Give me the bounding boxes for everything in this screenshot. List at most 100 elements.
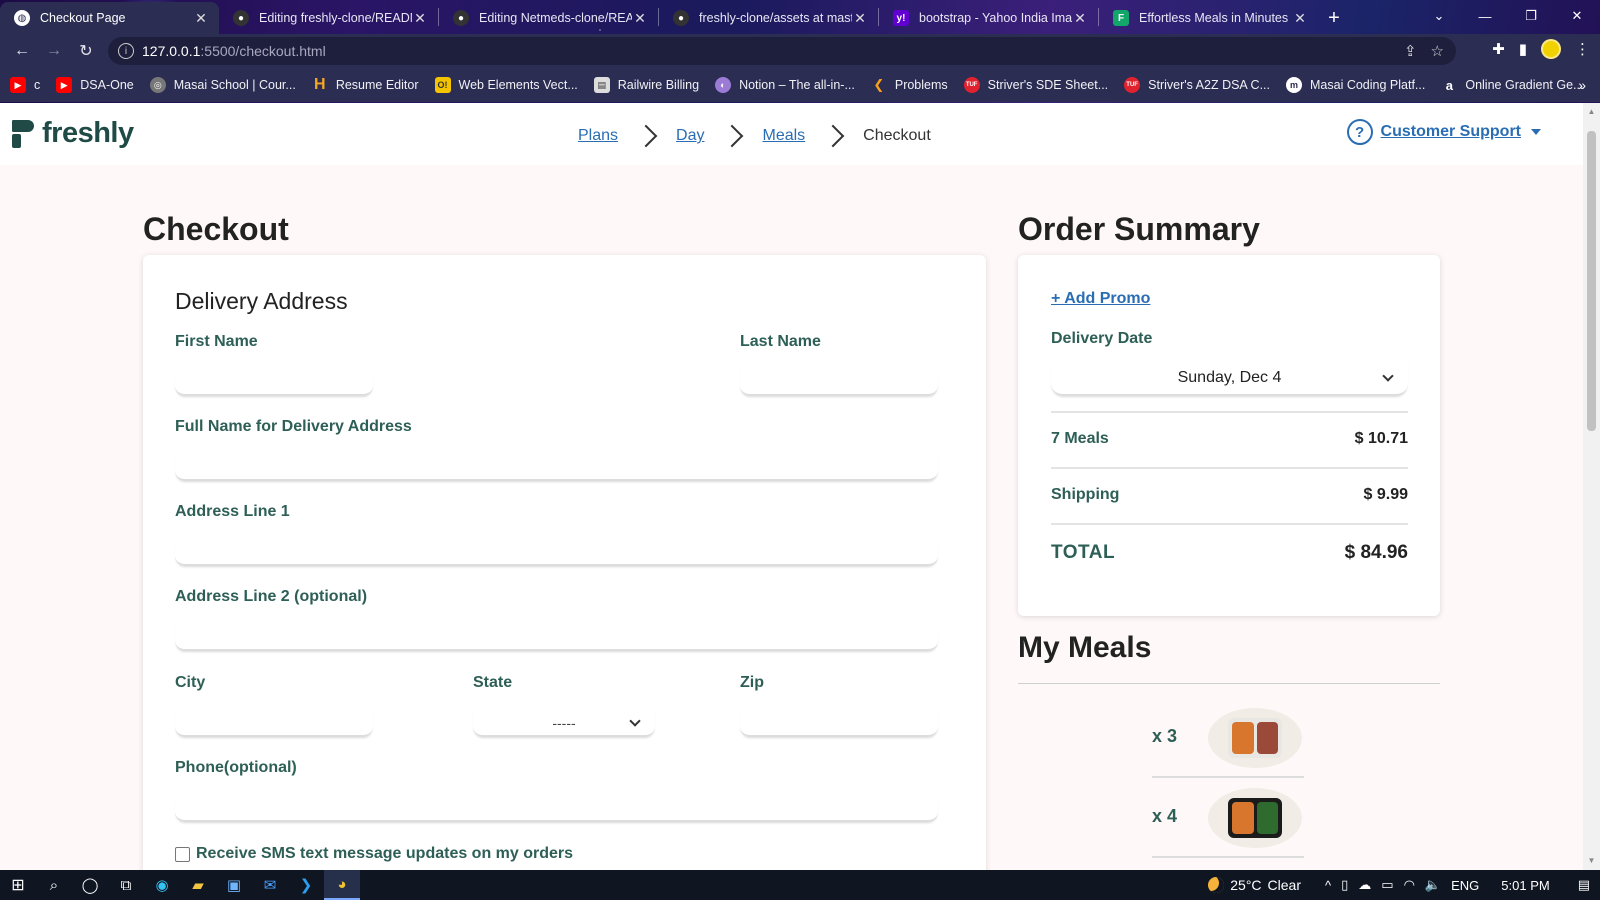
add-promo-link[interactable]: + Add Promo (1051, 290, 1150, 308)
wifi-icon[interactable]: ◠ (1404, 877, 1415, 893)
weather-widget[interactable]: 25°C Clear (1208, 877, 1301, 893)
side-panel-icon[interactable]: ▮ (1519, 40, 1527, 58)
back-icon[interactable]: ← (6, 36, 38, 66)
close-tab-icon[interactable]: ✕ (632, 10, 648, 27)
battery-icon[interactable]: ▭ (1381, 877, 1393, 893)
store-icon[interactable]: ▣ (216, 870, 252, 900)
close-tab-icon[interactable]: ✕ (1292, 10, 1308, 27)
meals-price-value: $ 10.71 (1354, 430, 1408, 447)
tab-yahoo-bootstrap[interactable]: y! bootstrap - Yahoo India Imag ✕ (879, 2, 1098, 34)
edge-icon[interactable]: ◉ (144, 870, 180, 900)
file-explorer-icon[interactable]: ▰ (180, 870, 216, 900)
bookmark-item[interactable]: ▶ DSA-One (56, 77, 134, 93)
phone-input[interactable] (175, 796, 938, 822)
bookmark-item[interactable]: m Masai Coding Platf... (1286, 77, 1425, 93)
windows-start-icon[interactable]: ⊞ (0, 870, 36, 900)
delivery-date-select[interactable]: Sunday, Dec 4 (1051, 362, 1408, 396)
onedrive-icon[interactable]: ☁ (1358, 877, 1371, 893)
bookmark-item[interactable]: ◐ Notion – The all-in-... (715, 77, 855, 93)
page-scrollbar[interactable]: ▲ ▼ (1583, 103, 1600, 870)
yahoo-icon: y! (893, 10, 909, 26)
share-icon[interactable]: ⇪ (1404, 42, 1417, 60)
zip-input[interactable] (740, 711, 938, 737)
tab-search-icon[interactable]: ⌄ (1416, 0, 1462, 32)
url-host: 127.0.0.1 (142, 43, 201, 59)
volume-icon[interactable]: 🔈 (1425, 877, 1441, 893)
vscode-icon[interactable]: ❯ (288, 870, 324, 900)
close-tab-icon[interactable]: ✕ (1072, 10, 1088, 27)
tab-checkout-page[interactable]: ◍ Checkout Page ✕ (0, 2, 219, 34)
sms-checkbox[interactable] (175, 846, 190, 862)
scroll-up-icon[interactable]: ▲ (1587, 107, 1596, 117)
bookmark-item[interactable]: O! Web Elements Vect... (434, 77, 578, 93)
search-icon[interactable]: ⌕ (36, 870, 72, 900)
full-name-input[interactable] (175, 455, 938, 481)
youtube-icon: ▶ (10, 77, 26, 93)
profile-avatar[interactable] (1541, 39, 1561, 59)
language-indicator[interactable]: ENG (1451, 878, 1479, 893)
site-info-icon[interactable]: i (118, 43, 134, 59)
close-tab-icon[interactable]: ✕ (193, 10, 209, 27)
state-select[interactable]: ----- (473, 711, 655, 737)
freshly-logo[interactable]: freshly (12, 117, 134, 150)
customer-support-dropdown[interactable]: ? Customer Support (1346, 119, 1541, 145)
close-window-icon[interactable]: ✕ (1554, 0, 1600, 32)
document-icon: ▤ (593, 77, 610, 93)
forward-icon[interactable]: → (38, 36, 70, 66)
menu-kebab-icon[interactable]: ⋮ (1575, 40, 1590, 58)
chevron-up-icon[interactable]: ^ (1325, 878, 1331, 893)
close-tab-icon[interactable]: ✕ (852, 10, 868, 27)
notifications-icon[interactable]: ▤ (1578, 877, 1590, 893)
tab-title: freshly-clone/assets at maste (699, 11, 852, 25)
tab-effortless-meals[interactable]: F Effortless Meals in Minutes ✕ (1099, 2, 1318, 34)
bookmark-item[interactable]: TUF Striver's A2Z DSA C... (1124, 77, 1270, 93)
summary-row-meals: 7 Meals $ 10.71 (1051, 430, 1408, 448)
breadcrumb-plans[interactable]: Plans (578, 127, 618, 145)
meal-portion (1232, 802, 1254, 834)
bookmark-star-icon[interactable]: ☆ (1431, 42, 1444, 60)
scrollbar-thumb[interactable] (1587, 131, 1596, 431)
bookmark-item[interactable]: TUF Striver's SDE Sheet... (963, 77, 1108, 93)
last-name-input[interactable] (740, 370, 938, 396)
more-bookmarks-icon[interactable]: » (1578, 77, 1586, 93)
breadcrumb-day[interactable]: Day (676, 127, 704, 145)
tab-freshly-assets[interactable]: ● freshly-clone/assets at maste ✕ (659, 2, 878, 34)
address-line-1-input[interactable] (175, 540, 938, 566)
delivery-date-value: Sunday, Dec 4 (1177, 369, 1282, 386)
tab-strip: ◍ Checkout Page ✕ ● Editing freshly-clon… (0, 0, 1600, 34)
bookmark-item[interactable]: a Online Gradient Ge... (1441, 77, 1584, 93)
order-summary-heading: Order Summary (1018, 211, 1260, 247)
first-name-input[interactable] (175, 370, 373, 396)
first-name-label: First Name (175, 333, 258, 350)
breadcrumb-meals[interactable]: Meals (762, 127, 805, 145)
logo-text: freshly (42, 117, 134, 149)
close-tab-icon[interactable]: ✕ (412, 10, 428, 27)
system-tray: 25°C Clear ^ ▯ ☁ ▭ ◠ 🔈 ENG 5:01 PM ▤ (1208, 870, 1600, 900)
chrome-icon[interactable]: ◕ (324, 870, 360, 900)
new-tab-button[interactable]: + (1318, 2, 1350, 34)
meal-image (1208, 708, 1302, 768)
page-viewport: freshly Plans Day Meals Checkout ? Custo… (0, 103, 1583, 870)
sms-updates-option[interactable]: Receive SMS text message updates on my o… (175, 845, 573, 863)
tab-editing-freshly[interactable]: ● Editing freshly-clone/README ✕ (219, 2, 438, 34)
bookmark-item[interactable]: H Resume Editor (312, 76, 418, 93)
scroll-down-icon[interactable]: ▼ (1587, 856, 1596, 866)
restore-icon[interactable]: ❐ (1508, 0, 1554, 32)
address-bar[interactable]: i 127.0.0.1:5500/checkout.html ⇪ ☆ (108, 37, 1456, 65)
bookmark-item[interactable]: ❮ Problems (871, 77, 947, 93)
city-input[interactable] (175, 711, 373, 737)
minimize-icon[interactable]: — (1462, 0, 1508, 32)
task-view-icon[interactable]: ⧉ (108, 870, 144, 900)
mail-icon[interactable]: ✉ (252, 870, 288, 900)
bookmark-item[interactable]: ▤ Railwire Billing (593, 77, 699, 93)
divider (1051, 523, 1408, 525)
address-line-2-input[interactable] (175, 625, 938, 651)
bookmark-item[interactable]: ◎ Masai School | Cour... (149, 77, 296, 93)
reload-icon[interactable]: ↻ (70, 36, 102, 66)
cortana-icon[interactable]: ◯ (72, 870, 108, 900)
tab-editing-netmeds[interactable]: ● Editing Netmeds-clone/READ ✕ (439, 2, 658, 34)
clock[interactable]: 5:01 PM (1501, 878, 1549, 893)
device-icon[interactable]: ▯ (1341, 877, 1348, 893)
extensions-icon[interactable]: ✚ (1492, 40, 1505, 58)
bookmark-item[interactable]: ▶ c (10, 77, 40, 93)
